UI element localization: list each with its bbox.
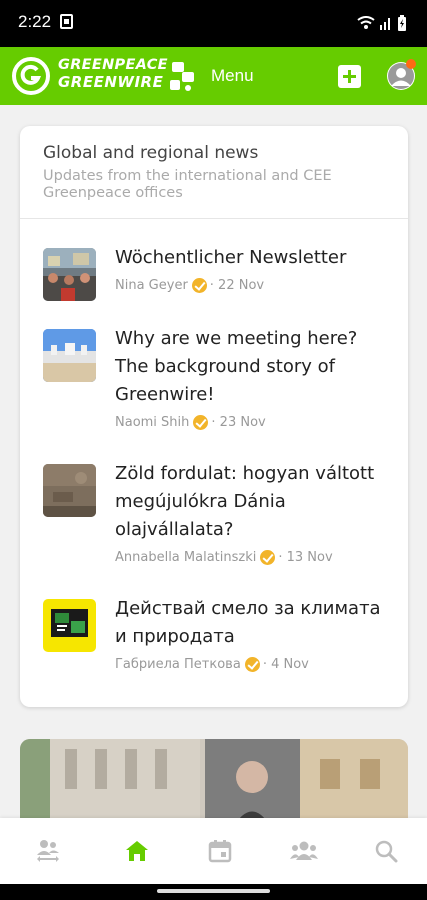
news-title[interactable]: Действай смело за климата и природата [115,595,390,651]
news-title[interactable]: Why are we meeting here? The background … [115,325,390,409]
news-item[interactable]: Why are we meeting here? The background … [43,328,388,433]
news-meta: Naomi Shih · 23 Nov [115,415,266,430]
brand-bottom-text: GREENWIRE [58,72,164,91]
home-icon [126,841,148,861]
app-header: GREENPEACE GREENWIRE Menu [0,47,427,105]
yellow-graphic-thumbnail [43,599,96,652]
notification-badge [406,59,416,69]
brand-top-text: GREENPEACE [58,57,168,73]
battery-icon [398,15,406,31]
card-title: Global and regional news [43,143,259,163]
groups-icon [290,841,318,860]
news-item[interactable]: Wöchentlicher Newsletter Nina Geyer · 22… [43,247,388,301]
aerial-photo-thumbnail [43,464,96,517]
news-author[interactable]: Naomi Shih [115,415,189,430]
building-photo-thumbnail [43,329,96,382]
wifi-icon [357,16,375,29]
news-date: · 13 Nov [278,550,333,565]
status-icons [357,13,407,33]
divider [20,218,408,219]
verified-badge-icon [260,550,276,565]
verified-badge-icon [244,657,260,672]
home-gesture-handle[interactable] [157,889,270,893]
news-meta: Nina Geyer · 22 Nov [115,278,264,293]
status-time: 2:22 [18,12,52,31]
bottom-navigation [0,818,427,884]
news-author[interactable]: Annabella Malatinszki [115,550,256,565]
nav-groups[interactable] [290,838,318,864]
verified-badge-icon [191,278,207,293]
news-title[interactable]: Wöchentlicher Newsletter [115,244,390,272]
add-post-button[interactable] [338,65,361,88]
protest-photo-thumbnail [43,248,96,301]
verified-badge-icon [193,415,209,430]
status-bar: 2:22 [0,0,427,47]
news-meta: Annabella Malatinszki · 13 Nov [115,550,333,565]
card-subtitle: Updates from the international and CEE G… [43,168,332,201]
menu-button[interactable]: Menu [211,66,254,86]
people-exchange-icon [37,840,59,862]
nav-people-exchange[interactable] [35,838,61,864]
calendar-icon [208,840,232,863]
news-card: Global and regional news Updates from th… [20,126,408,707]
nav-search[interactable] [373,838,399,864]
news-item[interactable]: Действай смело за климата и природата Га… [43,598,388,675]
news-date: · 23 Nov [211,415,266,430]
nav-home[interactable] [124,838,150,864]
news-author[interactable]: Габриела Петкова [115,657,241,672]
nav-calendar[interactable] [207,838,233,864]
signal-icon [380,18,390,30]
brand-wordmark: GREENPEACE GREENWIRE [58,58,168,90]
news-date: · 4 Nov [262,657,309,672]
feature-image[interactable] [20,739,408,829]
gesture-bar [0,884,427,900]
search-icon [375,840,398,863]
network-mark-icon [170,62,194,91]
news-meta: Габриела Петкова · 4 Nov [115,657,309,672]
news-date: · 22 Nov [209,278,265,293]
news-author[interactable]: Nina Geyer [115,278,188,293]
greenpeace-logo-icon[interactable] [11,56,51,96]
news-item[interactable]: Zöld fordulat: hogyan váltott megújulókr… [43,463,388,568]
notification-icon [60,14,73,29]
news-title[interactable]: Zöld fordulat: hogyan váltott megújulókr… [115,460,390,544]
